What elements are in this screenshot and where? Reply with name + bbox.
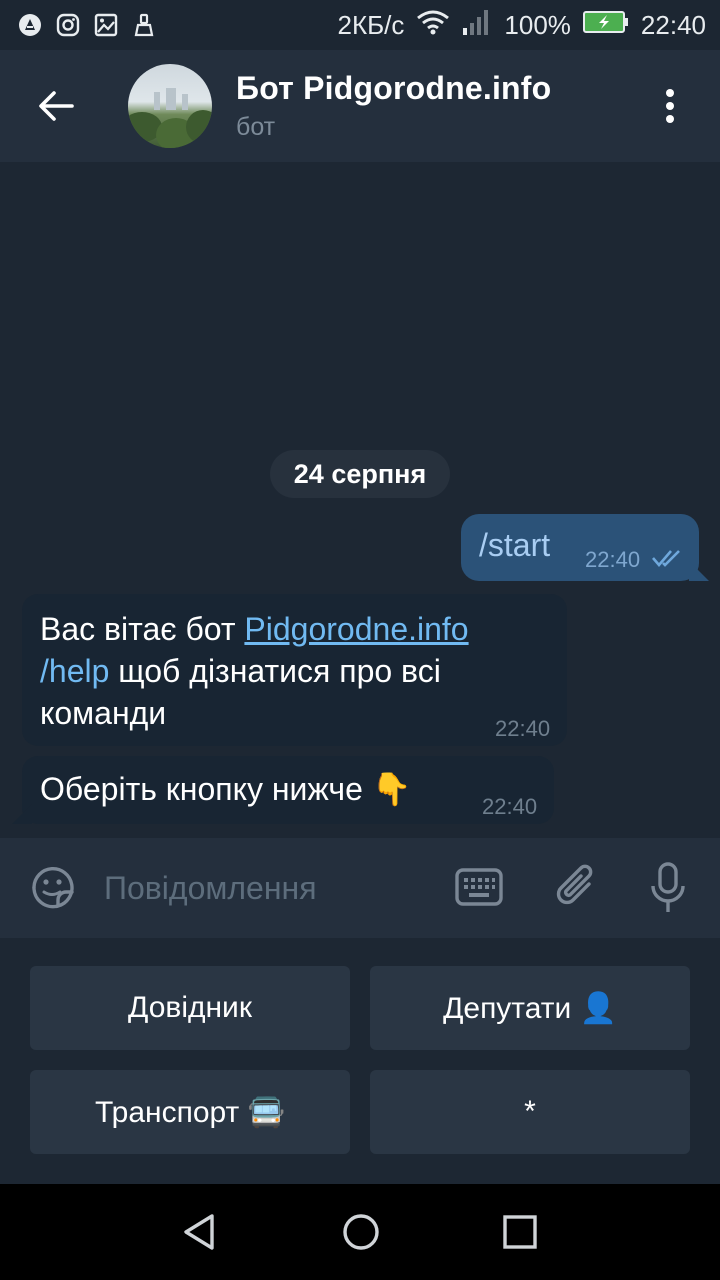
nav-back-button[interactable] (170, 1202, 230, 1262)
date-separator: 24 серпня (270, 450, 450, 498)
more-menu-button[interactable] (650, 76, 690, 136)
more-vertical-icon (666, 89, 674, 123)
data-speed: 2КБ/с (337, 9, 405, 40)
keyboard-button-transport[interactable]: Транспорт 🚍 (30, 1070, 350, 1154)
cleaner-icon (132, 13, 156, 37)
nav-home-button[interactable] (331, 1202, 391, 1262)
app-notification-icon (18, 13, 42, 37)
back-button[interactable] (26, 76, 86, 136)
telegram-chat-screen: 2КБ/с 100% 22:40 Бот Pidgorodne.info бот… (0, 0, 720, 1280)
message-time: 22:40 (482, 794, 538, 819)
circle-home-icon (343, 1214, 379, 1250)
paperclip-icon (556, 864, 593, 905)
chat-subtitle: бот (236, 113, 276, 141)
site-link[interactable]: Pidgorodne.info (244, 611, 468, 647)
chat-title[interactable]: Бот Pidgorodne.info (236, 70, 551, 107)
battery-icon (582, 10, 629, 41)
voice-record-button[interactable] (648, 860, 688, 916)
keyboard-icon (455, 868, 503, 906)
incoming-message[interactable]: Оберіть кнопку нижче 👇 22:40 (12, 756, 554, 824)
chat-header: Бот Pidgorodne.info бот (0, 50, 720, 162)
double-check-icon (652, 550, 680, 567)
battery-percent: 100% (504, 9, 571, 40)
message-text: /start (479, 527, 551, 563)
keyboard-button-directory[interactable]: Довідник (30, 966, 350, 1050)
keyboard-button-star[interactable]: * (370, 1070, 690, 1154)
message-composer: Повідомлення (0, 838, 720, 938)
wifi-icon (416, 9, 450, 42)
emoji-button[interactable] (28, 862, 80, 914)
signal-icon (462, 8, 492, 43)
bot-reply-keyboard: Довідник Депутати 👤 Транспорт 🚍 * (0, 938, 720, 1184)
system-navigation-bar (0, 1184, 720, 1280)
incoming-message[interactable]: Вас вітає бот Pidgorodne.info /help щоб … (22, 594, 567, 746)
back-arrow-icon (39, 91, 74, 121)
message-time: 22:40 (495, 716, 551, 741)
message-text: щоб дізнатися про всі (109, 653, 441, 689)
help-command-link[interactable]: /help (40, 653, 109, 689)
message-text: команди (40, 695, 167, 731)
message-time: 22:40 (585, 547, 641, 572)
instagram-icon (56, 13, 80, 37)
message-text: Оберіть кнопку нижче 👇 (40, 771, 412, 807)
bot-avatar[interactable] (128, 64, 212, 148)
keyboard-button-deputies[interactable]: Депутати 👤 (370, 966, 690, 1050)
sticker-icon (32, 867, 74, 909)
status-bar: 2КБ/с 100% 22:40 (0, 0, 720, 50)
outgoing-message[interactable]: /start 22:40 (461, 514, 709, 581)
clock: 22:40 (640, 9, 706, 40)
message-input[interactable]: Повідомлення (104, 870, 317, 907)
microphone-icon (651, 862, 685, 912)
message-text: Вас вітає бот (40, 611, 245, 647)
attach-button[interactable] (553, 862, 601, 914)
triangle-back-icon (184, 1214, 214, 1250)
gallery-icon (94, 13, 118, 37)
bot-keyboard-button[interactable] (455, 868, 505, 908)
nav-recents-button[interactable] (490, 1202, 550, 1262)
square-recents-icon (503, 1215, 537, 1249)
